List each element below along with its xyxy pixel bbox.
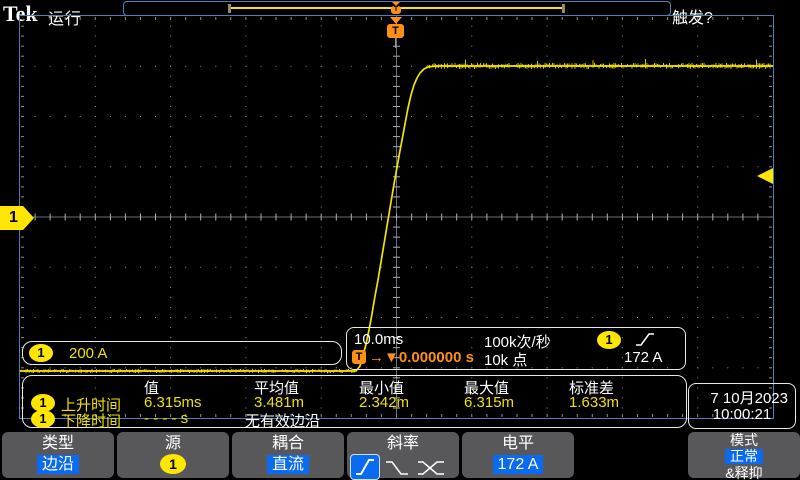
menu-level-label: 电平 [462,434,574,454]
meas-row2-status: 无有效边沿 [245,410,320,431]
menu-source-label: 源 [117,434,229,454]
trigger-arrow-icon [390,17,402,24]
meas-row2-name: 下降时间 [61,410,121,431]
meas-row2-value: - - - - s [144,410,188,427]
menu-type-label: 类型 [2,434,114,454]
ch1-scale-label: 200 A [69,345,107,362]
either-edge-icon[interactable] [416,457,446,477]
measurement-table: 值 平均值 最小值 最大值 标准差 1 上升时间 6.315ms 3.481m … [22,375,687,428]
meas-row1-stddev: 1.633m [569,394,619,411]
menu-level-value: 172 A [493,455,544,474]
trigger-t-icon: T [387,24,404,38]
menu-mode-button[interactable]: 模式 正常 &释抑 [688,432,800,478]
trigger-position-marker[interactable]: T [387,17,404,38]
menu-coupling-button[interactable]: 耦合 直流 [232,432,344,478]
menu-coupling-label: 耦合 [232,434,344,454]
time-div-label: 10.0ms [354,331,403,348]
time-label: 10:00:21 [689,406,795,423]
trigger-source-badge: 1 [597,331,621,349]
trigger-slope-icon [635,332,655,348]
menu-source-button[interactable]: 源 1 [117,432,229,478]
trigger-stem [395,38,396,48]
menu-level-button[interactable]: 电平 172 A [462,432,574,478]
menu-slope-label: 斜率 [347,434,459,454]
meas-row1-min: 2.342m [359,394,409,411]
rising-edge-icon[interactable] [350,454,380,480]
falling-edge-icon[interactable] [384,457,410,477]
trigger-delay-label: →▼0.000000 s [369,349,474,366]
meas-row1-mean: 3.481m [254,394,304,411]
oscilloscope-screen: Tek 运行 触发? T T 1 1 200 A 10.0ms 100k次/秒 … [0,0,800,480]
menu-mode-value2: &释抑 [688,466,800,480]
meas-row2-badge: 1 [31,410,55,428]
menu-mode-value: 正常 [725,449,763,464]
record-length-label: 10k 点 [484,349,527,370]
date-label: 7 10月2023 [710,387,788,408]
ch1-badge: 1 [29,344,53,362]
datetime-box: 7 10月2023 10:00:21 [688,383,796,429]
meas-row1-max: 6.315m [464,394,514,411]
menu-type-value: 边沿 [37,455,79,474]
menu-slope-button[interactable]: 斜率 [347,432,459,478]
trigger-t-badge: T [352,350,366,364]
meas-row1-value: 6.315ms [144,394,202,411]
menu-source-badge: 1 [160,454,186,474]
menu-mode-label: 模式 [688,433,800,448]
trigger-level-label: 172 A [624,349,662,366]
channel-readout: 1 200 A [22,341,342,365]
menu-type-button[interactable]: 类型 边沿 [2,432,114,478]
timebase-readout: 10.0ms 100k次/秒 1 T →▼0.000000 s 10k 点 17… [346,327,686,370]
menu-coupling-value: 直流 [267,455,309,474]
